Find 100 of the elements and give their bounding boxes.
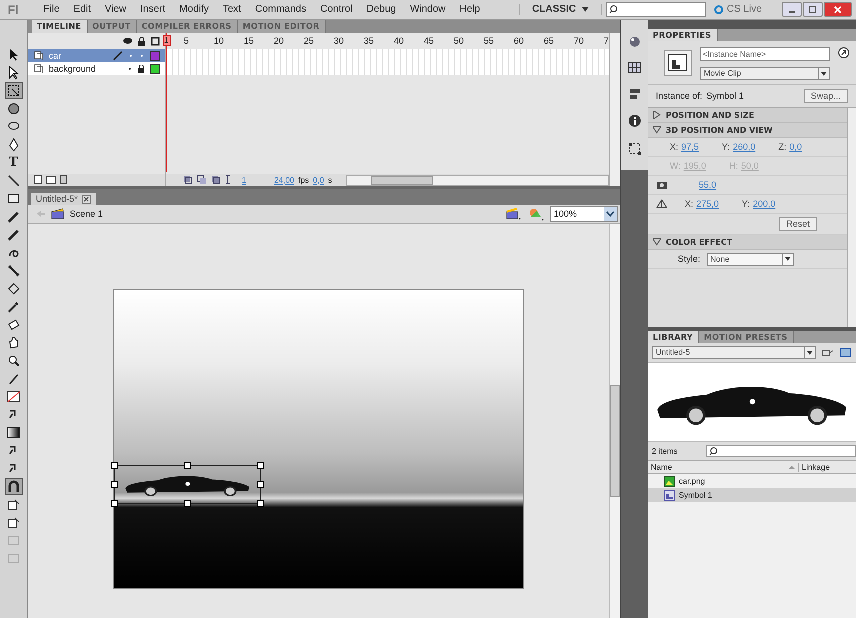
close-icon (833, 6, 843, 14)
current-frame: 1 (242, 176, 246, 184)
search-field[interactable] (606, 2, 706, 17)
vertical-scrollbar[interactable] (609, 224, 620, 618)
menu-item[interactable]: Debug (360, 4, 404, 15)
section-header[interactable]: POSITION AND SIZE (648, 108, 847, 123)
library-document-dropdown[interactable]: Untitled-5 (652, 346, 816, 359)
frame-number: 65 (544, 36, 556, 46)
layer-name: car (49, 50, 63, 60)
menu-item[interactable]: View (98, 4, 134, 15)
frame-number: 50 (454, 36, 466, 46)
zoom-icon (6, 354, 20, 368)
text-tool[interactable]: T (4, 154, 22, 171)
close-button[interactable] (824, 2, 852, 17)
hand-icon (6, 336, 20, 350)
grid-icon[interactable] (628, 62, 642, 74)
reset-button[interactable]: Reset (779, 217, 817, 231)
symbol-type-dropdown[interactable]: Movie Clip (700, 67, 830, 80)
panel-tab[interactable]: LIBRARY (648, 331, 700, 343)
pin-icon[interactable] (822, 348, 834, 358)
menu-item[interactable]: Control (313, 4, 360, 15)
palette-icon[interactable] (628, 36, 642, 48)
resize-handle[interactable] (111, 500, 118, 507)
align-icon[interactable] (628, 88, 642, 100)
selected-car-instance[interactable] (114, 465, 261, 504)
section-header[interactable]: 3D POSITION AND VIEW (648, 123, 847, 138)
resize-handle[interactable] (257, 462, 264, 469)
library-search-field[interactable] (706, 445, 856, 457)
tool-button[interactable] (4, 478, 22, 495)
restore-button[interactable] (803, 2, 823, 17)
new-library-icon[interactable] (840, 348, 852, 358)
horizontal-scrollbar[interactable] (346, 174, 609, 186)
tool-button[interactable] (4, 82, 22, 99)
frame-number: 7 (604, 36, 610, 46)
rect-icon (6, 192, 20, 206)
frame-number: 30 (334, 36, 346, 46)
edit-icon[interactable] (838, 47, 850, 59)
clapper-icon[interactable] (506, 208, 522, 220)
frame-number: 35 (364, 36, 376, 46)
menu-item[interactable]: Window (403, 4, 453, 15)
layer-row[interactable]: background (28, 62, 165, 75)
menu-item[interactable]: Text (216, 4, 248, 15)
close-icon[interactable] (82, 194, 92, 204)
sort-icon (789, 466, 795, 468)
restore-icon (808, 6, 818, 14)
info-icon[interactable] (628, 114, 642, 128)
document-tab[interactable]: Untitled-5* (31, 193, 96, 205)
frame-number: 20 (274, 36, 286, 46)
zoom-dropdown[interactable]: 100% (550, 206, 618, 222)
resize-handle[interactable] (111, 462, 118, 469)
outline-color-swatch[interactable] (150, 64, 160, 74)
field-label: Z: (778, 142, 787, 152)
fps-unit: fps (298, 176, 310, 184)
transform-icon[interactable] (628, 142, 642, 156)
instance-of-label: Instance of: (656, 91, 703, 101)
menu-item[interactable]: File (36, 4, 67, 15)
triangle-down-icon (653, 238, 661, 246)
vertical-scrollbar[interactable] (609, 33, 620, 186)
outline-color-swatch[interactable] (150, 50, 160, 60)
menu-item[interactable]: Commands (248, 4, 314, 15)
scene-name: Scene 1 (70, 209, 104, 219)
eye-icon (123, 37, 133, 45)
panel-tab[interactable]: TIMELINE (32, 20, 88, 33)
library-item[interactable]: Symbol 1 (648, 488, 856, 502)
subselect-icon (6, 66, 20, 80)
instance-name-field[interactable]: <Instance Name> (700, 47, 830, 61)
caret-icon (821, 72, 827, 76)
field-label: X: (670, 142, 679, 152)
workspace-switcher[interactable]: CLASSIC (519, 4, 602, 15)
pen-icon (6, 138, 20, 152)
swap-button[interactable]: Swap... (804, 89, 848, 103)
style-dropdown[interactable]: None (706, 252, 794, 266)
transform-icon (6, 84, 20, 98)
cs-live-button[interactable]: CS Live (714, 4, 762, 15)
time-unit: s (328, 176, 332, 184)
menu-item[interactable]: Edit (66, 4, 98, 15)
vertical-scrollbar[interactable] (847, 108, 856, 327)
item-count: 2 items (652, 446, 678, 456)
menu-item[interactable]: Modify (172, 4, 216, 15)
camera-icon (656, 180, 668, 190)
column-header[interactable]: Name (648, 462, 799, 472)
layer-name: background (49, 64, 98, 74)
resize-handle[interactable] (257, 500, 264, 507)
minimize-button[interactable] (782, 2, 802, 17)
resize-handle[interactable] (184, 462, 191, 469)
panel-tab[interactable]: PROPERTIES (648, 29, 718, 41)
section-header[interactable]: COLOR EFFECT (648, 235, 847, 250)
resize-handle[interactable] (257, 481, 264, 488)
menu-item[interactable]: Insert (134, 4, 173, 15)
menu-item[interactable]: Help (452, 4, 488, 15)
layer-buttons-drawing[interactable] (34, 175, 70, 185)
lock-icon[interactable] (138, 64, 145, 72)
instance-of-value: Symbol 1 (706, 91, 744, 101)
resize-handle[interactable] (184, 500, 191, 507)
resize-handle[interactable] (111, 481, 118, 488)
column-header[interactable]: Linkage (799, 462, 856, 472)
library-item[interactable]: car.png (648, 474, 856, 488)
line-icon (6, 174, 20, 188)
movie-clip-icon (664, 490, 675, 500)
playhead[interactable]: 1 (163, 33, 170, 172)
